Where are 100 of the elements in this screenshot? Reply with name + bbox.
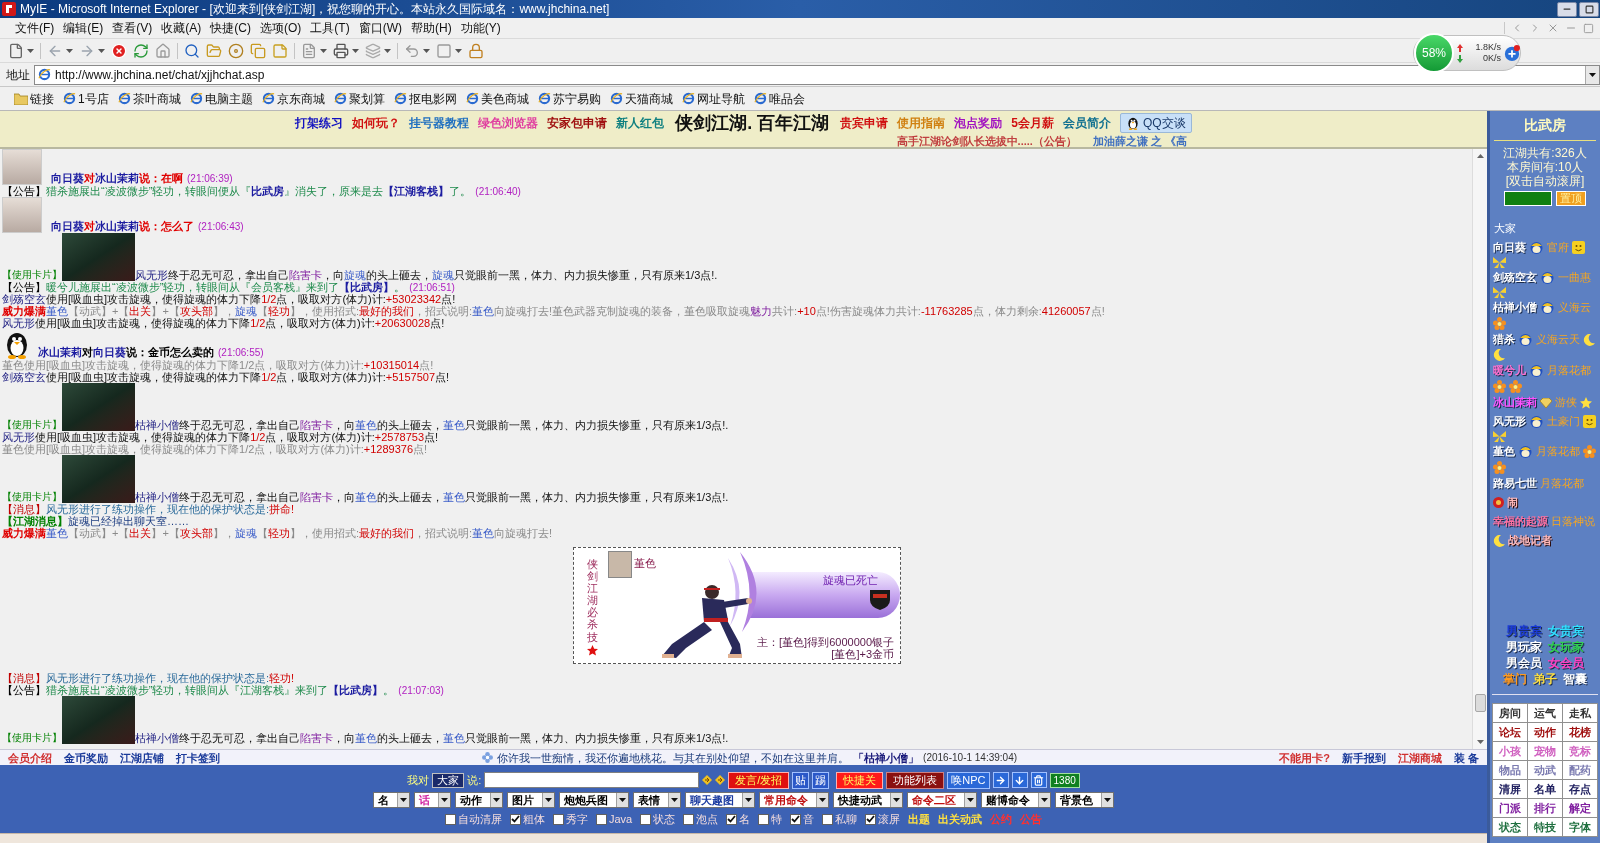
room-command[interactable]: 状态	[1493, 818, 1527, 836]
room-command[interactable]: 字体	[1563, 818, 1597, 836]
bookmark-link[interactable]: 茶叶商城	[132, 89, 181, 108]
room-command[interactable]: 小孩	[1493, 742, 1527, 760]
diamond-arrow-icon[interactable]	[702, 775, 713, 785]
checkbox[interactable]	[758, 813, 770, 825]
scroll-right-button[interactable]	[992, 772, 1009, 788]
marquee-text[interactable]: 高手江湖论剑队长选拔中.....（公告）	[896, 135, 1077, 147]
menu-item[interactable]: 工具(T)	[309, 21, 351, 35]
stop-icon[interactable]	[111, 42, 127, 59]
bookmark-link[interactable]: 美色商城	[480, 89, 529, 108]
bottom-link[interactable]: 会员介绍	[8, 751, 52, 764]
header-link[interactable]: 会员简介	[1063, 114, 1111, 132]
room-command[interactable]: 走私	[1563, 704, 1597, 722]
command-link[interactable]: 出关动武	[938, 812, 983, 826]
checkbox[interactable]	[552, 813, 564, 825]
room-command[interactable]: 配药	[1563, 761, 1597, 779]
web-page-icon[interactable]	[38, 68, 51, 81]
new-page-icon[interactable]	[8, 42, 24, 59]
web-page-icon[interactable]	[117, 92, 131, 105]
room-command[interactable]: 存点	[1563, 780, 1597, 798]
scroll-up-icon[interactable]	[1476, 154, 1484, 158]
scroll-down-button[interactable]	[1011, 772, 1028, 788]
room-command[interactable]: 解定	[1563, 799, 1597, 817]
bookmark-link[interactable]: 网址导航	[696, 89, 745, 108]
checkbox[interactable]	[509, 813, 521, 825]
qq-chat-button[interactable]: QQ交谈	[1120, 113, 1192, 133]
header-link[interactable]: 挂号器教程	[409, 114, 470, 132]
room-command[interactable]: 论坛	[1493, 723, 1527, 741]
checkbox[interactable]	[683, 813, 695, 825]
dropdown-caret-icon[interactable]	[27, 48, 34, 53]
scrollbar-thumb[interactable]	[1474, 694, 1486, 712]
dropdown-caret-icon[interactable]	[619, 798, 626, 802]
dropdown-select[interactable]: 炮炮兵图	[559, 792, 629, 808]
dropdown-caret-icon[interactable]	[1104, 798, 1111, 802]
bookmark-link[interactable]: 抠电影网	[408, 89, 457, 108]
dropdown-select[interactable]: 常用命令	[759, 792, 829, 808]
room-command[interactable]: 房间	[1493, 704, 1527, 722]
maximize-button[interactable]	[1579, 1, 1599, 17]
command-button[interactable]: 踢	[812, 771, 830, 789]
user-name[interactable]: 猎杀	[1493, 330, 1515, 349]
dropdown-caret-icon[interactable]	[384, 48, 391, 53]
header-link[interactable]: 新人红包	[616, 114, 665, 132]
command-link[interactable]: 出题	[908, 812, 931, 826]
header-link[interactable]: 5会月薪	[1011, 114, 1054, 132]
checkbox[interactable]	[865, 813, 877, 825]
web-page-icon[interactable]	[753, 92, 767, 105]
web-page-icon[interactable]	[63, 92, 76, 105]
web-page-icon[interactable]	[537, 92, 551, 105]
checkbox-label[interactable]: 粗体	[522, 812, 545, 826]
dropdown-select[interactable]: 赌博命令	[981, 792, 1051, 808]
scroll-down-icon[interactable]	[1476, 740, 1484, 744]
bookmark-link[interactable]: 电脑主题	[204, 89, 253, 108]
recipient-field[interactable]: 大家	[432, 772, 465, 788]
menu-item[interactable]: 快捷(C)	[209, 21, 252, 35]
checkbox-label[interactable]: 状态	[653, 812, 676, 826]
dropdown-caret-icon[interactable]	[320, 48, 327, 53]
dropdown-caret-icon[interactable]	[441, 798, 448, 802]
bottom-link[interactable]: 新手报到	[1341, 751, 1386, 764]
menu-item[interactable]: 选项(O)	[259, 21, 303, 35]
printer-icon[interactable]	[333, 42, 349, 59]
bottom-link[interactable]: 不能用卡?	[1279, 751, 1330, 764]
checkbox-label[interactable]: 音	[803, 812, 815, 826]
dropdown-select[interactable]: 背景色	[1055, 792, 1114, 808]
dropdown-select[interactable]: 表情	[633, 792, 681, 808]
bottom-link[interactable]: 江湖商城	[1397, 751, 1442, 764]
web-page-icon[interactable]	[393, 92, 407, 105]
dropdown-select[interactable]: 快捷动武	[833, 792, 903, 808]
bookmark-link[interactable]: 1号店	[78, 89, 109, 108]
dropdown-caret-icon[interactable]	[1589, 72, 1596, 77]
checkbox-label[interactable]: 特	[771, 812, 783, 826]
dropdown-caret-icon[interactable]	[745, 798, 752, 802]
scrollbar[interactable]	[1472, 149, 1487, 749]
dropdown-select[interactable]: 动作	[455, 792, 503, 808]
web-page-icon[interactable]	[465, 92, 479, 105]
dropdown-select[interactable]: 聊天趣图	[685, 792, 755, 808]
menu-item[interactable]: 编辑(E)	[62, 21, 105, 35]
checkbox-label[interactable]: Java	[608, 812, 633, 826]
command-button[interactable]: 唤NPC	[947, 771, 990, 789]
room-command[interactable]: 宠物	[1528, 742, 1562, 760]
bottom-link[interactable]: 装 备	[1453, 751, 1479, 764]
command-button[interactable]: 功能列表	[886, 771, 945, 789]
checkbox[interactable]	[595, 813, 607, 825]
room-command[interactable]: 排行	[1528, 799, 1562, 817]
user-name[interactable]: 堇色	[1493, 442, 1515, 461]
web-page-icon[interactable]	[189, 92, 203, 105]
message-input[interactable]	[484, 772, 700, 788]
room-command[interactable]: 运气	[1528, 704, 1562, 722]
web-page-icon[interactable]	[261, 92, 275, 105]
checkbox-label[interactable]: 泡点	[696, 812, 719, 826]
disc-icon[interactable]	[228, 42, 244, 59]
refresh-icon[interactable]	[133, 42, 149, 59]
checkbox-label[interactable]: 名	[739, 812, 751, 826]
diamond-arrow-icon[interactable]	[715, 775, 726, 785]
dropdown-caret-icon[interactable]	[1041, 798, 1048, 802]
command-button[interactable]: 贴	[792, 771, 810, 789]
room-command[interactable]: 动武	[1528, 761, 1562, 779]
menu-item[interactable]: 帮助(H)	[410, 21, 453, 35]
room-command[interactable]: 动作	[1528, 723, 1562, 741]
user-name[interactable]: 向日葵	[1493, 238, 1526, 257]
